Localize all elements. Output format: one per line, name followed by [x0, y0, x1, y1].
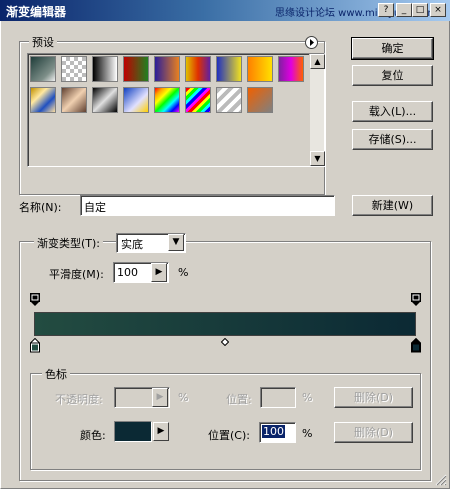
color-location-label: 位置(C): — [208, 429, 250, 442]
gradient-preview-bar[interactable] — [34, 312, 416, 336]
opacity-percent: % — [178, 391, 189, 404]
name-field[interactable]: 自定 — [80, 195, 335, 216]
opacity-label: 不透明度: — [55, 393, 103, 406]
name-field-value: 自定 — [84, 201, 106, 214]
preset-swatch[interactable] — [247, 56, 273, 82]
dropdown-arrow-icon[interactable]: ▼ — [168, 234, 184, 251]
resize-grip-icon[interactable] — [433, 472, 447, 486]
smoothness-percent: % — [178, 266, 189, 279]
opacity-stop-end[interactable] — [411, 293, 421, 307]
color-location-percent: % — [302, 427, 313, 440]
smoothness-field[interactable]: 100 ▶ — [113, 262, 169, 283]
dialog-body: 预设 ▲ ▼ 确定 复位 载入(L)... 存储(S)... 名称(N): 自定… — [0, 21, 450, 489]
presets-label: 预设 — [29, 34, 57, 50]
preset-swatch[interactable] — [154, 56, 180, 82]
preset-swatch[interactable] — [92, 87, 118, 113]
preset-swatch[interactable] — [30, 87, 56, 113]
title-bar[interactable]: 渐变编辑器 思缘设计论坛 www.missyuan.com ? _ □ × — [0, 0, 450, 21]
opacity-stop-start[interactable] — [30, 293, 40, 307]
preset-swatch[interactable] — [92, 56, 118, 82]
gradient-type-select[interactable]: 实底 ▼ — [116, 233, 186, 253]
save-button[interactable]: 存储(S)... — [352, 129, 433, 150]
delete-opacity-stop-button[interactable]: 删除(D) — [334, 387, 413, 408]
smoothness-label: 平滑度(M): — [49, 268, 104, 281]
preset-swatch[interactable] — [154, 87, 180, 113]
stops-label: 色标 — [42, 366, 70, 382]
scroll-down-arrow-icon[interactable]: ▼ — [310, 151, 325, 166]
preset-swatch[interactable] — [216, 56, 242, 82]
color-location-field[interactable]: 100 — [259, 422, 296, 443]
maximize-button[interactable]: □ — [412, 3, 428, 17]
preset-swatch[interactable] — [185, 87, 211, 113]
preset-swatch[interactable] — [247, 87, 273, 113]
reset-button[interactable]: 复位 — [352, 65, 433, 86]
preset-swatch[interactable] — [185, 56, 211, 82]
color-stop-start[interactable] — [30, 338, 40, 353]
smoothness-arrow-icon[interactable]: ▶ — [151, 263, 167, 282]
load-button[interactable]: 载入(L)... — [352, 101, 433, 122]
opacity-field[interactable]: ▶ — [114, 387, 170, 408]
preset-swatch[interactable] — [278, 56, 304, 82]
color-menu-arrow-icon[interactable]: ▶ — [153, 422, 169, 441]
smoothness-value: 100 — [117, 266, 138, 279]
preset-swatch[interactable] — [216, 87, 242, 113]
presets-list[interactable] — [27, 53, 325, 167]
preset-swatch[interactable] — [61, 87, 87, 113]
new-button[interactable]: 新建(W) — [352, 195, 433, 216]
ok-button[interactable]: 确定 — [351, 37, 434, 60]
gradient-type-value: 实底 — [121, 238, 143, 251]
opacity-location-label: 位置: — [226, 393, 252, 406]
opacity-arrow-icon[interactable]: ▶ — [152, 388, 168, 407]
preset-swatch[interactable] — [30, 56, 56, 82]
gradient-type-label: 渐变类型(T): — [34, 235, 104, 251]
presets-scrollbar[interactable]: ▲ ▼ — [309, 54, 325, 166]
opacity-location-field[interactable] — [260, 387, 296, 408]
close-button[interactable]: × — [430, 3, 446, 17]
preset-swatch[interactable] — [61, 56, 87, 82]
window-title: 渐变编辑器 — [6, 5, 67, 19]
color-swatch[interactable] — [114, 421, 152, 442]
delete-color-stop-button[interactable]: 删除(D) — [334, 422, 413, 443]
color-location-value: 100 — [262, 425, 285, 438]
scroll-up-arrow-icon[interactable]: ▲ — [310, 54, 325, 69]
midpoint-diamond-icon[interactable] — [221, 338, 229, 346]
minimize-button[interactable]: _ — [396, 3, 412, 17]
opacity-location-percent: % — [302, 391, 313, 404]
preset-swatch[interactable] — [123, 56, 149, 82]
name-label: 名称(N): — [19, 201, 62, 214]
color-stop-end[interactable] — [411, 338, 421, 353]
preset-swatch[interactable] — [123, 87, 149, 113]
help-button[interactable]: ? — [378, 3, 394, 17]
color-label: 颜色: — [80, 429, 106, 442]
presets-menu-icon[interactable] — [305, 36, 318, 49]
